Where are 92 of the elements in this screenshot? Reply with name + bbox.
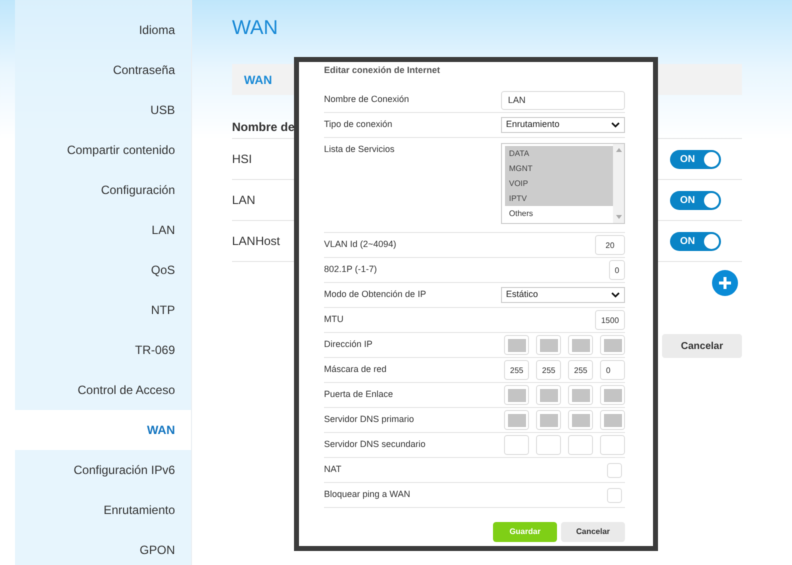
sidebar-item[interactable]: TR-069 — [15, 330, 191, 370]
field-label: Modo de Obtención de IP — [324, 288, 426, 302]
field-label: 802.1P (-1-7) — [324, 263, 377, 276]
dropdown-field[interactable]: Enrutamiento — [501, 117, 625, 133]
field-label: Puerta de Enlace — [324, 388, 394, 402]
field-label: VLAN Id (2~4094) — [324, 238, 396, 252]
checkbox[interactable] — [607, 462, 622, 478]
sidebar-item[interactable]: Enrutamiento — [15, 490, 191, 530]
toggle-switch[interactable]: ON — [670, 150, 721, 168]
ip-octet-field[interactable]: 255 — [536, 360, 561, 380]
connection-name-field[interactable]: LAN — [501, 90, 625, 110]
ip-octet-field[interactable] — [504, 385, 529, 405]
list-option[interactable]: MGNT — [505, 161, 613, 176]
ip-octet-field[interactable] — [600, 385, 625, 405]
field-label: Tipo de conexión — [324, 118, 392, 132]
field-label: Máscara de red — [324, 363, 387, 376]
redaction-block — [604, 338, 622, 352]
list-option[interactable]: Others — [505, 206, 613, 221]
ip-octet-field[interactable] — [536, 435, 561, 455]
redaction-block — [572, 338, 590, 352]
ip-octet-field[interactable] — [536, 410, 561, 430]
ip-octet-field[interactable]: 0 — [600, 360, 625, 380]
ip-octet-field[interactable] — [536, 385, 561, 405]
services-listbox[interactable]: DATA MGNT VOIP IPTV Others — [501, 143, 625, 224]
number-field[interactable]: 0 — [609, 260, 625, 280]
sidebar-item[interactable]: LAN — [15, 210, 191, 250]
plus-icon — [718, 276, 732, 290]
page-title: WAN — [232, 16, 279, 40]
ip-octet-field[interactable]: 255 — [568, 360, 593, 380]
scroll-up-icon[interactable] — [616, 148, 622, 152]
field-label: Servidor DNS primario — [324, 413, 414, 426]
ip-octet-field[interactable] — [568, 435, 593, 455]
scrollbar[interactable] — [613, 144, 624, 223]
ip-octet-field[interactable] — [504, 335, 529, 355]
redaction-block — [508, 414, 526, 426]
connection-name: LAN — [232, 192, 256, 209]
field-label: MTU — [324, 313, 344, 326]
redaction-block — [572, 388, 590, 402]
redaction-block — [508, 388, 526, 402]
toggle-switch[interactable]: ON — [670, 190, 721, 210]
ip-octet-field[interactable] — [568, 410, 593, 430]
field-label: Dirección IP — [324, 338, 373, 352]
dropdown-field[interactable]: Estático — [501, 287, 625, 303]
ip-octet-field[interactable] — [568, 385, 593, 405]
scroll-down-icon[interactable] — [616, 215, 622, 219]
chevron-down-icon — [611, 292, 620, 298]
number-field[interactable]: 1500 — [595, 310, 625, 330]
field-label: Lista de Servicios — [324, 143, 395, 156]
list-option[interactable]: VOIP — [505, 176, 613, 191]
add-button[interactable] — [712, 270, 738, 296]
ip-octet-field[interactable] — [504, 410, 529, 430]
sidebar-item[interactable]: NTP — [15, 290, 191, 330]
list-option[interactable]: DATA — [505, 146, 613, 161]
field-label: NAT — [324, 463, 342, 476]
toggle-switch[interactable]: ON — [670, 232, 721, 250]
number-field[interactable]: 20 — [595, 235, 625, 255]
dialog-title: Editar conexión de Internet — [324, 64, 442, 77]
cancel-button[interactable]: Cancelar — [662, 334, 742, 358]
redaction-block — [540, 414, 558, 426]
redaction-block — [540, 338, 558, 352]
ip-octet-field[interactable] — [600, 335, 625, 355]
chevron-down-icon — [611, 122, 620, 128]
field-label: Bloquear ping a WAN — [324, 488, 410, 502]
sidebar-item[interactable]: GPON — [15, 530, 191, 565]
list-option[interactable]: IPTV — [505, 191, 613, 206]
ip-octet-field[interactable]: 255 — [504, 360, 529, 380]
redaction-block — [604, 414, 622, 426]
redaction-block — [572, 414, 590, 426]
field-label: Nombre de Conexión — [324, 93, 410, 106]
sidebar-item[interactable]: Control de Acceso — [15, 370, 191, 410]
sidebar-item[interactable]: Idioma — [15, 10, 191, 50]
ip-octet-field[interactable] — [600, 435, 625, 455]
ip-octet-field[interactable] — [568, 335, 593, 355]
sidebar-item[interactable]: QoS — [15, 250, 191, 290]
redaction-block — [540, 388, 558, 402]
redaction-block — [604, 388, 622, 402]
connection-name: LANHost — [232, 233, 280, 250]
ip-octet-field[interactable] — [504, 435, 529, 455]
sidebar-item[interactable]: Configuración IPv6 — [15, 450, 191, 490]
ip-octet-field[interactable] — [536, 335, 561, 355]
cancel-button[interactable]: Cancelar — [561, 522, 625, 542]
sidebar-item[interactable]: Contraseña — [15, 50, 191, 90]
column-header: Nombre de — [232, 119, 295, 136]
sidebar-item[interactable]: WAN — [15, 410, 191, 450]
redaction-block — [508, 338, 526, 352]
field-label: Servidor DNS secundario — [324, 438, 426, 452]
sidebar-item[interactable]: Configuración — [15, 170, 191, 210]
sidebar-item[interactable]: USB — [15, 90, 191, 130]
ip-octet-field[interactable] — [600, 410, 625, 430]
sidebar-item[interactable]: Compartir contenido — [15, 130, 191, 170]
checkbox[interactable] — [607, 488, 622, 502]
connection-name: HSI — [232, 151, 252, 168]
